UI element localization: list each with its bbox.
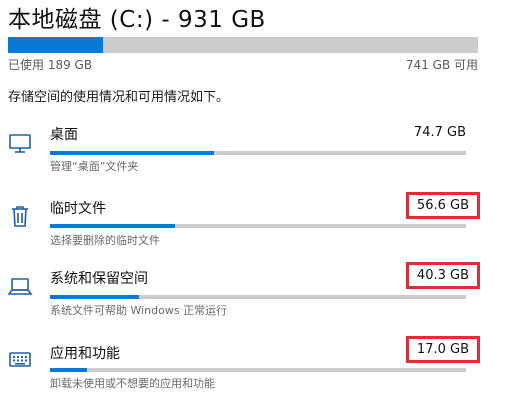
- category-desktop[interactable]: 桌面 74.7 GB 管理“桌面”文件夹: [0, 118, 506, 184]
- category-size: 17.0 GB: [405, 336, 480, 363]
- drive-usage-fill: [8, 37, 104, 53]
- category-usage-fill: [50, 368, 88, 372]
- drive-usage-bar: [8, 37, 478, 53]
- category-usage-bar: [50, 224, 466, 228]
- keyboard-icon: [7, 346, 33, 372]
- category-size: 74.7 GB: [413, 125, 466, 140]
- category-subtitle: 卸载未使用或不想要的应用和功能: [50, 377, 215, 390]
- laptop-icon: [7, 273, 33, 299]
- category-temp-files[interactable]: 临时文件 56.6 GB 选择要删除的临时文件: [0, 190, 506, 256]
- trash-icon: [7, 203, 33, 229]
- category-subtitle: 系统文件可帮助 Windows 正常运行: [50, 304, 228, 317]
- category-size: 56.6 GB: [405, 192, 480, 219]
- category-name: 临时文件: [50, 201, 106, 217]
- category-system-reserved[interactable]: 系统和保留空间 40.3 GB 系统文件可帮助 Windows 正常运行: [0, 260, 506, 326]
- category-apps-features[interactable]: 应用和功能 17.0 GB 卸载未使用或不想要的应用和功能: [0, 334, 506, 400]
- category-usage-fill: [50, 295, 139, 299]
- available-space-label: 741 GB 可用: [405, 58, 478, 72]
- category-usage-bar: [50, 295, 466, 299]
- used-space-label: 已使用 189 GB: [8, 58, 93, 72]
- category-name: 应用和功能: [50, 346, 120, 362]
- category-subtitle: 管理“桌面”文件夹: [50, 160, 139, 173]
- category-usage-bar: [50, 151, 466, 155]
- drive-title: 本地磁盘 (C:) - 931 GB: [8, 7, 266, 33]
- storage-description: 存储空间的使用情况和可用情况如下。: [8, 90, 230, 105]
- monitor-icon: [7, 130, 33, 156]
- category-usage-bar: [50, 368, 466, 372]
- category-usage-fill: [50, 151, 215, 155]
- category-subtitle: 选择要删除的临时文件: [50, 234, 160, 247]
- category-size: 40.3 GB: [405, 262, 480, 289]
- category-name: 系统和保留空间: [50, 271, 148, 287]
- category-usage-fill: [50, 224, 175, 228]
- category-name: 桌面: [50, 127, 78, 143]
